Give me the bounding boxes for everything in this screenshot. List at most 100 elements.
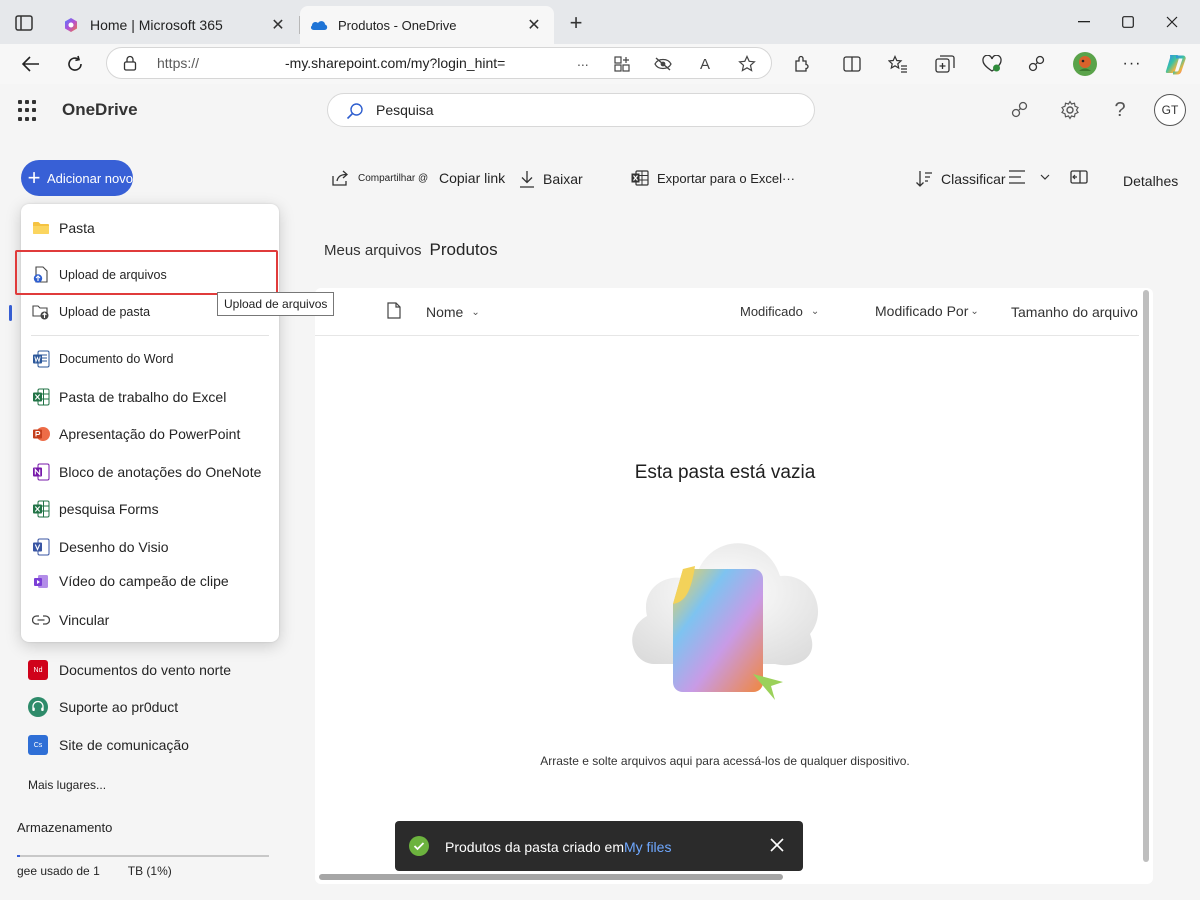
empty-folder-title: Esta pasta está vazia <box>634 462 816 483</box>
menu-item-label: Apresentação do PowerPoint <box>59 426 241 442</box>
new-tab-button[interactable]: + <box>564 12 588 36</box>
menu-item-powerpoint[interactable]: Apresentação do PowerPoint <box>21 417 279 451</box>
chevron-down-icon: ⌄ <box>810 306 820 317</box>
toast-notification: Produtos da pasta criado emMy files <box>395 821 803 871</box>
workspaces-icon[interactable] <box>1025 52 1049 76</box>
toast-text: Produtos da pasta criado em <box>445 839 624 855</box>
copy-link-button[interactable]: Copiar link <box>439 170 505 186</box>
chevron-down-icon: ⌄ <box>970 305 979 317</box>
column-modified[interactable]: Modificado ⌄ <box>740 304 819 319</box>
onenote-icon <box>31 462 51 482</box>
file-type-icon[interactable] <box>387 302 401 319</box>
app-title[interactable]: OneDrive <box>62 100 138 120</box>
menu-item-link[interactable]: Vincular <box>21 603 279 637</box>
address-bar[interactable]: https:// -my.sharepoint.com/my?login_hin… <box>106 47 772 79</box>
window-close-icon[interactable] <box>1152 8 1192 36</box>
onedrive-cloud-icon <box>310 16 328 34</box>
menu-item-word[interactable]: Documento do Word <box>21 342 279 376</box>
menu-item-excel[interactable]: Pasta de trabalho do Excel <box>21 380 279 414</box>
visio-icon <box>31 537 51 557</box>
lock-icon[interactable] <box>123 55 137 76</box>
browser-toolbar: https:// -my.sharepoint.com/my?login_hin… <box>0 44 1200 84</box>
empty-folder-subtitle: Arraste e solte arquivos aqui para acess… <box>540 754 910 768</box>
copy-link-label: Copiar link <box>439 170 506 186</box>
copilot-icon[interactable] <box>1163 52 1187 76</box>
browser-essentials-icon[interactable] <box>980 52 1004 76</box>
horizontal-scrollbar[interactable] <box>319 874 783 880</box>
menu-item-clipchamp[interactable]: Vídeo do campeão de clipe <box>21 564 279 598</box>
breadcrumb: Meus arquivos Produtos <box>324 240 498 260</box>
tab-title: Produtos - OneDrive <box>338 17 457 33</box>
add-new-button[interactable]: + Adicionar novo <box>21 160 133 196</box>
download-button[interactable]: Baixar <box>519 170 583 188</box>
menu-item-forms[interactable]: pesquisa Forms <box>21 492 279 526</box>
onedrive-app: OneDrive ? GT + Adicionar novo Compartil… <box>0 84 1200 900</box>
search-input[interactable] <box>376 100 776 120</box>
menu-item-onenote[interactable]: Bloco de anotações do OneNote <box>21 455 279 489</box>
storage-usage: gee usado de 1 TB (1%) <box>17 864 172 878</box>
settings-more-icon[interactable]: ··· <box>1120 52 1144 76</box>
gear-icon[interactable] <box>1058 98 1082 122</box>
sharing-icon[interactable] <box>1008 98 1032 122</box>
menu-divider <box>31 335 269 336</box>
collections-icon[interactable] <box>933 52 957 76</box>
refresh-icon[interactable] <box>60 50 90 78</box>
tab-home-microsoft-365[interactable]: Home | Microsoft 365 ✕ <box>52 6 300 44</box>
menu-item-visio[interactable]: Desenho do Visio <box>21 530 279 564</box>
extensions-icon[interactable] <box>790 52 814 76</box>
toast-link[interactable]: My files <box>624 839 671 855</box>
browser-tab-bar: Home | Microsoft 365 ✕ Produtos - OneDri… <box>0 0 1200 44</box>
storage-title[interactable]: Armazenamento <box>17 820 112 835</box>
search-box[interactable] <box>327 93 815 127</box>
menu-item-folder[interactable]: Pasta <box>21 211 279 245</box>
view-options-button[interactable] <box>1008 170 1050 184</box>
avatar[interactable]: GT <box>1154 94 1186 126</box>
chevron-down-icon <box>1040 174 1050 180</box>
nav-active-indicator <box>9 305 12 321</box>
add-new-label: Adicionar novo <box>47 170 133 186</box>
export-excel-button[interactable]: Exportar para o Excel ··· <box>631 170 795 186</box>
close-icon[interactable]: ✕ <box>524 15 544 35</box>
app-launcher-icon[interactable] <box>18 100 40 122</box>
more-places-link[interactable]: Mais lugares... <box>28 778 106 792</box>
place-item[interactable]: Suporte ao pr0duct <box>28 697 178 717</box>
share-button[interactable]: Compartilhar @ <box>332 170 428 186</box>
menu-item-label: pesquisa Forms <box>59 501 159 517</box>
place-item[interactable]: Cs Site de comunicação <box>28 735 189 755</box>
help-icon[interactable]: ? <box>1108 98 1132 122</box>
place-item[interactable]: Nd Documentos do vento norte <box>28 660 231 680</box>
column-file-size[interactable]: Tamanho do arquivo <box>1011 304 1138 320</box>
split-screen-icon[interactable] <box>840 52 864 76</box>
tab-produtos-onedrive[interactable]: Produtos - OneDrive ✕ <box>300 6 554 44</box>
file-list: Nome ⌄ Modificado ⌄ Modificado Por ⌄ Tam… <box>315 288 1153 884</box>
checkmark-icon <box>409 836 429 856</box>
clipchamp-icon <box>31 571 51 591</box>
maximize-icon[interactable] <box>1108 8 1148 36</box>
read-aloud-icon[interactable]: A <box>695 54 715 74</box>
favorites-icon[interactable] <box>886 52 910 76</box>
column-name[interactable]: Nome ⌄ <box>426 304 480 320</box>
tooltip: Upload de arquivos <box>217 292 335 316</box>
more-actions-icon[interactable]: ··· <box>782 171 795 186</box>
tab-actions-icon[interactable] <box>10 10 38 36</box>
export-excel-label: Exportar para o Excel <box>657 170 783 186</box>
excel-export-icon <box>631 170 649 186</box>
tracking-prevention-icon[interactable] <box>653 54 673 74</box>
details-pane-icon[interactable] <box>1070 170 1088 184</box>
details-button[interactable]: Detalhes <box>1123 173 1178 189</box>
file-list-header: Nome ⌄ Modificado ⌄ Modificado Por ⌄ Tam… <box>315 288 1139 336</box>
storage-progress-bar <box>17 855 269 857</box>
close-icon[interactable] <box>767 835 787 855</box>
sort-button[interactable]: Classificar <box>915 170 1006 188</box>
close-icon[interactable]: ✕ <box>268 15 288 35</box>
url-text: -my.sharepoint.com/my?login_hint= <box>285 55 506 71</box>
column-file-size-label: Tamanho do arquivo <box>1011 304 1138 320</box>
app-available-icon[interactable] <box>612 54 632 74</box>
back-arrow-icon[interactable] <box>16 50 46 78</box>
breadcrumb-my-files[interactable]: Meus arquivos <box>324 242 422 259</box>
favorite-star-icon[interactable] <box>737 54 757 74</box>
profile-avatar-icon[interactable] <box>1072 51 1098 77</box>
minimize-icon[interactable] <box>1064 8 1104 36</box>
vertical-scrollbar[interactable] <box>1143 290 1149 862</box>
column-modified-by[interactable]: Modificado Por ⌄ <box>875 303 979 319</box>
